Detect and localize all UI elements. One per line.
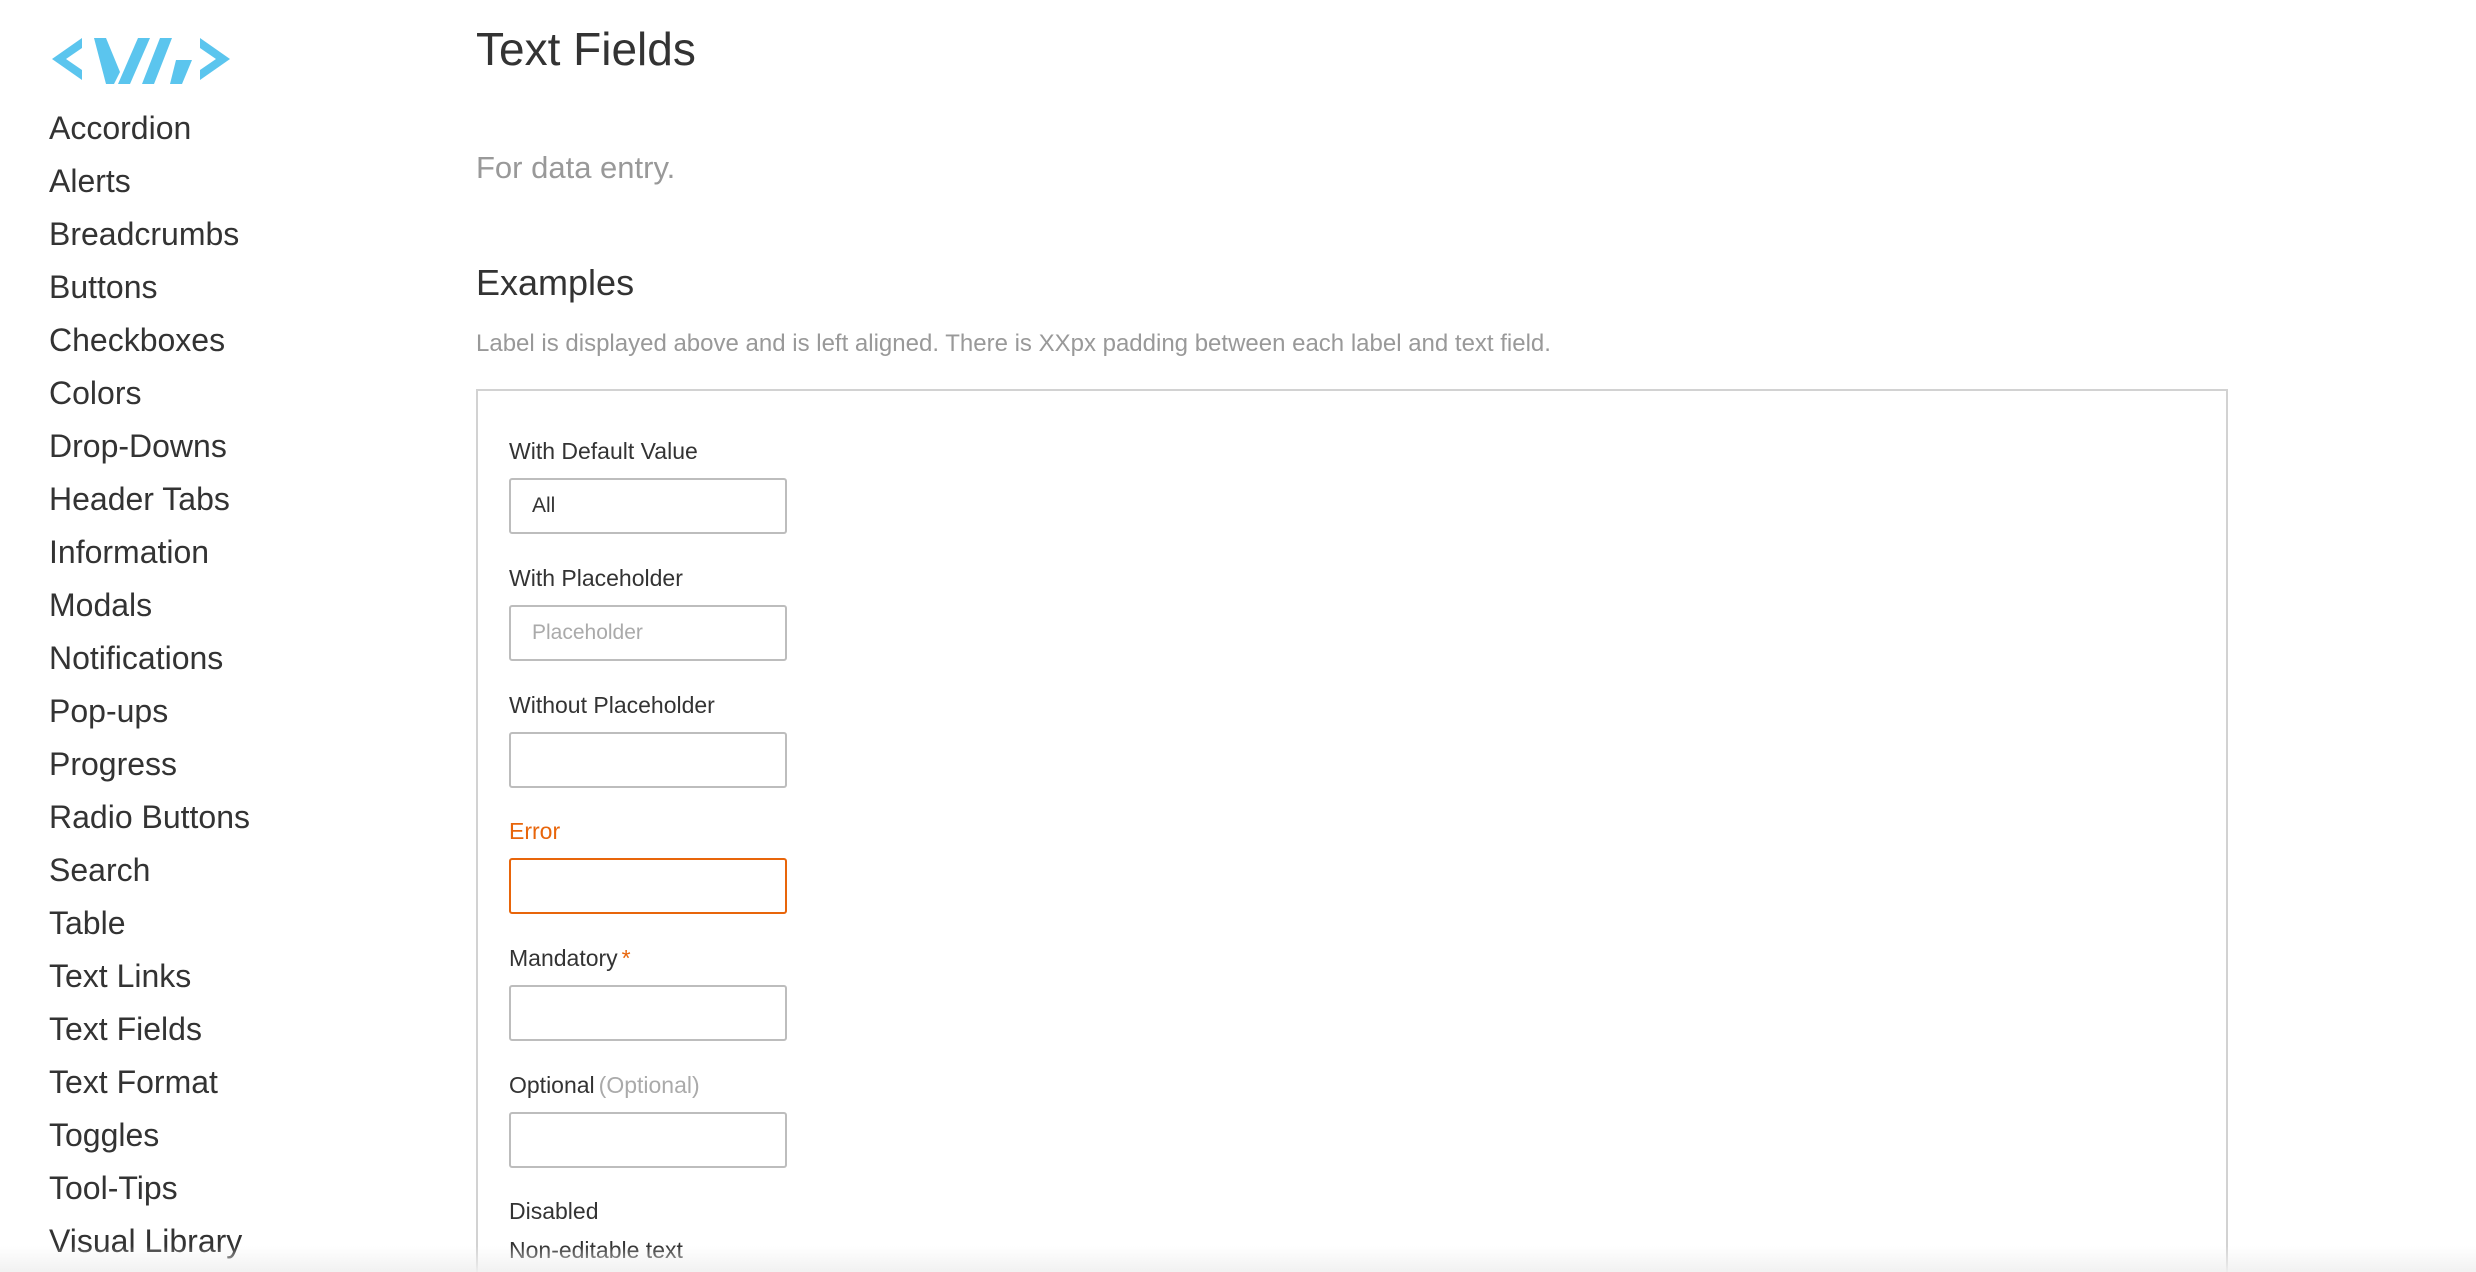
error-input[interactable]	[509, 858, 787, 914]
page: Accordion Alerts Breadcrumbs Buttons Che…	[0, 0, 2476, 1272]
va-logo-icon[interactable]	[52, 32, 230, 86]
sidebar-item-search[interactable]: Search	[49, 844, 250, 897]
sidebar-item-tool-tips[interactable]: Tool-Tips	[49, 1162, 250, 1215]
section-title: Examples	[476, 262, 635, 303]
field-mandatory: Mandatory *	[509, 943, 787, 1041]
sidebar-item-alerts[interactable]: Alerts	[49, 155, 250, 208]
sidebar-nav: Accordion Alerts Breadcrumbs Buttons Che…	[49, 102, 250, 1268]
default-value-input[interactable]	[509, 478, 787, 534]
field-disabled: Disabled Non-editable text	[509, 1196, 683, 1265]
field-error: Error	[509, 816, 787, 914]
sidebar-item-pop-ups[interactable]: Pop-ups	[49, 685, 250, 738]
field-label-disabled: Disabled	[509, 1198, 599, 1224]
sidebar-item-information[interactable]: Information	[49, 526, 250, 579]
sidebar-item-progress[interactable]: Progress	[49, 738, 250, 791]
field-label-mandatory: Mandatory	[509, 945, 618, 971]
sidebar-item-colors[interactable]: Colors	[49, 367, 250, 420]
optional-input[interactable]	[509, 1112, 787, 1168]
field-label-placeholder: With Placeholder	[509, 565, 683, 591]
sidebar-item-checkboxes[interactable]: Checkboxes	[49, 314, 250, 367]
sidebar-item-radio-buttons[interactable]: Radio Buttons	[49, 791, 250, 844]
field-label-no-placeholder: Without Placeholder	[509, 692, 715, 718]
sidebar-item-modals[interactable]: Modals	[49, 579, 250, 632]
sidebar-item-visual-library[interactable]: Visual Library	[49, 1215, 250, 1268]
sidebar-item-text-links[interactable]: Text Links	[49, 950, 250, 1003]
field-label-error: Error	[509, 818, 561, 844]
disabled-field-text: Non-editable text	[509, 1237, 683, 1263]
sidebar: Accordion Alerts Breadcrumbs Buttons Che…	[0, 0, 420, 1272]
page-subtitle: For data entry.	[476, 150, 676, 185]
field-label-default-value: With Default Value	[509, 438, 698, 464]
field-placeholder: With Placeholder	[509, 563, 787, 661]
field-optional: Optional (Optional)	[509, 1070, 787, 1168]
main-content: Text Fields For data entry. Examples Lab…	[476, 0, 2256, 1272]
mandatory-input[interactable]	[509, 985, 787, 1041]
sidebar-item-breadcrumbs[interactable]: Breadcrumbs	[49, 208, 250, 261]
required-marker: *	[621, 945, 631, 971]
sidebar-item-toggles[interactable]: Toggles	[49, 1109, 250, 1162]
placeholder-input[interactable]	[509, 605, 787, 661]
no-placeholder-input[interactable]	[509, 732, 787, 788]
field-no-placeholder: Without Placeholder	[509, 690, 787, 788]
sidebar-item-notifications[interactable]: Notifications	[49, 632, 250, 685]
optional-marker: (Optional)	[598, 1072, 700, 1098]
field-label-mandatory-row: Mandatory *	[509, 943, 787, 973]
sidebar-item-text-format[interactable]: Text Format	[49, 1056, 250, 1109]
field-default-value: With Default Value	[509, 436, 787, 534]
sidebar-item-accordion[interactable]: Accordion	[49, 102, 250, 155]
page-title: Text Fields	[476, 23, 696, 75]
field-label-optional-row: Optional (Optional)	[509, 1070, 787, 1100]
section-description: Label is displayed above and is left ali…	[476, 330, 1551, 357]
sidebar-item-table[interactable]: Table	[49, 897, 250, 950]
sidebar-item-buttons[interactable]: Buttons	[49, 261, 250, 314]
sidebar-item-drop-downs[interactable]: Drop-Downs	[49, 420, 250, 473]
sidebar-item-text-fields[interactable]: Text Fields	[49, 1003, 250, 1056]
examples-box: With Default Value With Placeholder With…	[476, 389, 2228, 1272]
field-label-optional: Optional	[509, 1072, 595, 1098]
sidebar-item-header-tabs[interactable]: Header Tabs	[49, 473, 250, 526]
